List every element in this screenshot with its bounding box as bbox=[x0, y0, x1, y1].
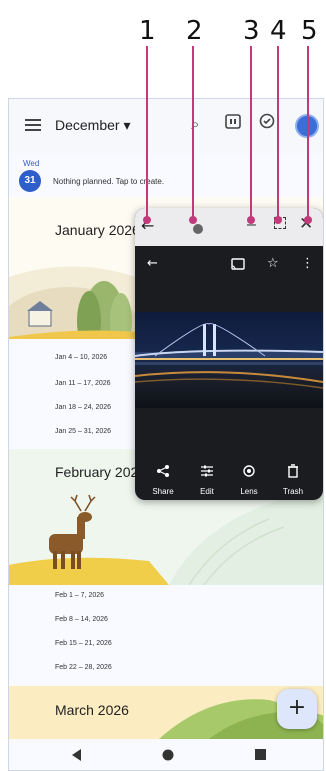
recents-nav-icon[interactable] bbox=[255, 749, 266, 760]
february-title: February 2026 bbox=[55, 464, 147, 480]
trash-label: Trash bbox=[282, 487, 304, 496]
lens-button[interactable]: Lens bbox=[229, 464, 269, 496]
menu-icon[interactable] bbox=[25, 119, 41, 131]
drag-handle[interactable] bbox=[193, 224, 203, 234]
lens-label: Lens bbox=[240, 487, 258, 496]
favorite-star-icon[interactable]: ☆ bbox=[267, 256, 279, 271]
callout-number-5: 5 bbox=[301, 16, 318, 46]
week-item[interactable]: Feb 22 – 28, 2026 bbox=[55, 664, 112, 671]
callout-line-2 bbox=[192, 46, 194, 220]
week-item[interactable]: Feb 1 – 7, 2026 bbox=[55, 592, 104, 599]
week-item[interactable]: Jan 4 – 10, 2026 bbox=[55, 354, 107, 361]
callout-line-5 bbox=[307, 46, 309, 220]
week-item[interactable]: Jan 25 – 31, 2026 bbox=[55, 428, 111, 435]
callout-dot-2 bbox=[189, 216, 197, 224]
callout-number-3: 3 bbox=[243, 16, 260, 46]
floating-window[interactable]: ← – ✕ ← ☆ ⋮ Share Edit Lens Trash bbox=[135, 208, 323, 500]
callout-line-4 bbox=[277, 46, 279, 220]
photo-back-icon[interactable]: ← bbox=[147, 256, 158, 271]
today-day: Wed bbox=[23, 159, 40, 168]
share-icon bbox=[143, 464, 183, 482]
callout-line-1 bbox=[146, 46, 148, 220]
week-item[interactable]: Jan 18 – 24, 2026 bbox=[55, 404, 111, 411]
share-label: Share bbox=[152, 487, 174, 496]
trash-button[interactable]: Trash bbox=[273, 464, 313, 496]
more-options-icon[interactable]: ⋮ bbox=[301, 256, 314, 271]
screen-root: 1 2 3 4 5 December ▾ ⌕ Wed 31 Nothing pl… bbox=[0, 0, 326, 771]
week-item[interactable]: Feb 15 – 21, 2026 bbox=[55, 640, 112, 647]
callout-dot-3 bbox=[247, 216, 255, 224]
week-item[interactable]: Jan 11 – 17, 2026 bbox=[55, 380, 111, 387]
callout-number-4: 4 bbox=[270, 16, 287, 46]
week-item[interactable]: Feb 8 – 14, 2026 bbox=[55, 616, 108, 623]
january-title: January 2026 bbox=[55, 222, 140, 238]
photo-view[interactable] bbox=[135, 312, 323, 408]
callout-line-3 bbox=[250, 46, 252, 220]
callout-number-2: 2 bbox=[186, 16, 203, 46]
callout-dot-5 bbox=[304, 216, 312, 224]
lens-icon bbox=[229, 464, 269, 482]
bridge-night-photo bbox=[135, 323, 323, 389]
month-selector[interactable]: December ▾ bbox=[55, 117, 131, 134]
trash-icon bbox=[273, 464, 313, 482]
system-navigation-bar bbox=[9, 739, 323, 770]
calendar-view-icon[interactable] bbox=[225, 113, 241, 133]
callout-dot-1 bbox=[143, 216, 151, 224]
callout-number-1: 1 bbox=[139, 16, 156, 46]
home-nav-icon[interactable] bbox=[162, 749, 174, 761]
today-date-badge[interactable]: 31 bbox=[19, 170, 41, 192]
cast-icon[interactable] bbox=[231, 258, 245, 274]
callout-dot-4 bbox=[274, 216, 282, 224]
create-event-button[interactable]: + bbox=[277, 689, 317, 729]
share-button[interactable]: Share bbox=[143, 464, 183, 496]
tasks-icon[interactable] bbox=[259, 113, 275, 133]
floating-window-titlebar[interactable]: ← – ✕ bbox=[135, 208, 323, 246]
edit-icon bbox=[187, 464, 227, 482]
march-title: March 2026 bbox=[55, 702, 129, 718]
back-nav-icon[interactable] bbox=[71, 749, 83, 761]
edit-label: Edit bbox=[200, 487, 214, 496]
edit-button[interactable]: Edit bbox=[187, 464, 227, 496]
